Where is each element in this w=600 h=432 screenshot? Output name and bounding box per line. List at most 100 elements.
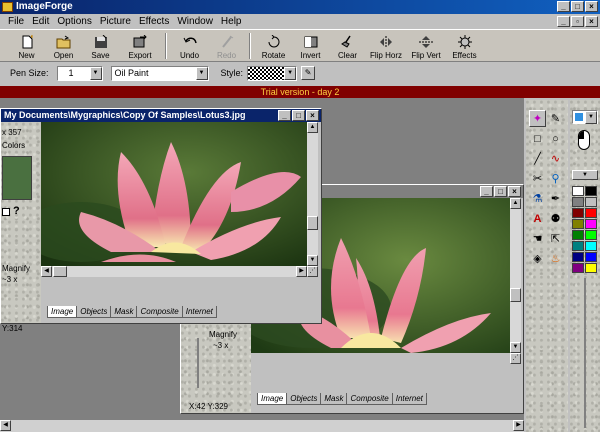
close-button[interactable]: × bbox=[306, 110, 319, 121]
tab-image[interactable]: Image bbox=[47, 306, 78, 318]
maximize-button[interactable]: □ bbox=[571, 1, 584, 12]
scroll-left-arrow-icon[interactable]: ◀ bbox=[41, 266, 52, 277]
tab-image[interactable]: Image bbox=[257, 393, 288, 405]
doc-close-button[interactable]: × bbox=[585, 16, 598, 27]
style-select[interactable]: ▼ bbox=[247, 65, 298, 81]
close-button[interactable]: × bbox=[585, 1, 598, 12]
color-swatch[interactable] bbox=[572, 219, 584, 229]
size-grip-icon[interactable]: ⋰ bbox=[307, 266, 318, 277]
cube-tool-icon[interactable]: ◈ bbox=[529, 250, 546, 267]
hand-tool-icon[interactable]: ☚ bbox=[529, 230, 546, 247]
tab-objects[interactable]: Objects bbox=[76, 306, 112, 318]
palette-options-button[interactable]: ▼ bbox=[572, 170, 598, 180]
scroll-up-arrow-icon[interactable]: ▲ bbox=[307, 122, 318, 133]
document-2-vertical-scrollbar[interactable]: ▲ ▼ bbox=[510, 198, 521, 353]
line-tool-icon[interactable]: ╱ bbox=[529, 150, 546, 167]
scroll-up-arrow-icon[interactable]: ▲ bbox=[510, 198, 521, 209]
chevron-down-icon[interactable]: ▼ bbox=[195, 66, 208, 80]
document-1-horizontal-scrollbar[interactable]: ◀ ▶ bbox=[41, 266, 307, 277]
tab-mask[interactable]: Mask bbox=[320, 393, 348, 405]
color-swatch[interactable] bbox=[572, 252, 584, 262]
scroll-right-arrow-icon[interactable]: ▶ bbox=[513, 420, 524, 431]
color-swatch[interactable] bbox=[585, 219, 597, 229]
ellipse-tool-icon[interactable]: ○ bbox=[547, 130, 564, 147]
effects-button[interactable]: Effects bbox=[446, 30, 483, 62]
magnify-slider[interactable] bbox=[197, 338, 199, 388]
properties-icon[interactable] bbox=[2, 208, 10, 216]
scroll-thumb[interactable] bbox=[53, 266, 67, 277]
tab-internet[interactable]: Internet bbox=[181, 306, 217, 318]
color-swatch[interactable] bbox=[585, 197, 597, 207]
tab-internet[interactable]: Internet bbox=[391, 393, 427, 405]
brush-type-select[interactable]: Oil Paint ▼ bbox=[110, 65, 209, 81]
color-swatch[interactable] bbox=[585, 252, 597, 262]
scroll-thumb[interactable] bbox=[510, 288, 521, 302]
flame-tool-icon[interactable]: ♨ bbox=[547, 250, 564, 267]
redo-button[interactable]: Redo bbox=[208, 30, 245, 62]
cursor-tool-icon[interactable]: ⇱ bbox=[547, 230, 564, 247]
flip-horz-button[interactable]: Flip Horz bbox=[366, 30, 406, 62]
menu-edit[interactable]: Edit bbox=[28, 16, 53, 27]
document-window-1[interactable]: My Documents\Mygraphics\Copy Of Samples\… bbox=[0, 108, 322, 333]
invert-button[interactable]: Invert bbox=[292, 30, 329, 62]
eyedropper-tool-icon[interactable]: ⚗ bbox=[529, 190, 546, 207]
scroll-down-arrow-icon[interactable]: ▼ bbox=[307, 255, 318, 266]
save-button[interactable]: Save bbox=[82, 30, 119, 62]
scroll-left-arrow-icon[interactable]: ◀ bbox=[0, 420, 11, 431]
minimize-button[interactable]: _ bbox=[480, 186, 493, 197]
current-color-select[interactable]: ▼ bbox=[572, 110, 598, 124]
chevron-down-icon[interactable]: ▼ bbox=[89, 66, 102, 80]
size-grip-icon[interactable]: ⋰ bbox=[510, 353, 521, 364]
color-swatch[interactable] bbox=[585, 263, 597, 273]
color-swatch[interactable] bbox=[572, 186, 584, 196]
scroll-thumb[interactable] bbox=[307, 216, 318, 230]
color-swatch[interactable] bbox=[585, 230, 597, 240]
scroll-right-arrow-icon[interactable]: ▶ bbox=[296, 266, 307, 277]
style-options-button[interactable]: ✎ bbox=[301, 66, 316, 80]
color-swatch[interactable] bbox=[572, 230, 584, 240]
color-swatch[interactable] bbox=[585, 241, 597, 251]
tab-objects[interactable]: Objects bbox=[286, 393, 322, 405]
new-button[interactable]: New bbox=[8, 30, 45, 62]
airbrush-tool-icon[interactable]: ✒ bbox=[547, 190, 564, 207]
chevron-down-icon[interactable]: ▼ bbox=[284, 66, 297, 80]
menu-options[interactable]: Options bbox=[53, 16, 95, 27]
undo-button[interactable]: Undo bbox=[171, 30, 208, 62]
rectangle-tool-icon[interactable]: □ bbox=[529, 130, 546, 147]
tab-mask[interactable]: Mask bbox=[110, 306, 138, 318]
color-swatch[interactable] bbox=[572, 197, 584, 207]
text-tool-icon[interactable]: A bbox=[529, 210, 546, 227]
menu-window[interactable]: Window bbox=[173, 16, 217, 27]
brush-tool-icon[interactable]: ∿ bbox=[547, 150, 564, 167]
help-icon[interactable]: ? bbox=[13, 206, 20, 217]
maximize-button[interactable]: □ bbox=[494, 186, 507, 197]
doc-minimize-button[interactable]: _ bbox=[557, 16, 570, 27]
color-swatch[interactable] bbox=[572, 263, 584, 273]
clone-tool-icon[interactable]: ⚉ bbox=[547, 210, 564, 227]
export-button[interactable]: Export bbox=[119, 30, 161, 62]
color-swatch[interactable] bbox=[585, 186, 597, 196]
pencil-tool-icon[interactable]: ✎ bbox=[547, 110, 564, 127]
tab-composite[interactable]: Composite bbox=[136, 306, 183, 318]
minimize-button[interactable]: _ bbox=[557, 1, 570, 12]
menu-help[interactable]: Help bbox=[217, 16, 246, 27]
clear-button[interactable]: Clear bbox=[329, 30, 366, 62]
scissors-tool-icon[interactable]: ✂ bbox=[529, 170, 546, 187]
menu-file[interactable]: File bbox=[4, 16, 28, 27]
workspace-horizontal-scrollbar[interactable]: ◀ ▶ bbox=[0, 420, 524, 432]
tab-composite[interactable]: Composite bbox=[346, 393, 393, 405]
document-1-vertical-scrollbar[interactable]: ▲ ▼ bbox=[307, 122, 318, 266]
open-button[interactable]: Open bbox=[45, 30, 82, 62]
paint-bucket-tool-icon[interactable]: ✦ bbox=[529, 110, 546, 127]
palette-scroll-slider[interactable] bbox=[584, 278, 586, 428]
rotate-button[interactable]: Rotate bbox=[255, 30, 292, 62]
document-1-title-bar[interactable]: My Documents\Mygraphics\Copy Of Samples\… bbox=[1, 109, 321, 122]
menu-picture[interactable]: Picture bbox=[96, 16, 135, 27]
color-swatch[interactable] bbox=[585, 208, 597, 218]
color-swatch[interactable] bbox=[572, 241, 584, 251]
chevron-down-icon[interactable]: ▼ bbox=[585, 111, 597, 124]
menu-effects[interactable]: Effects bbox=[135, 16, 173, 27]
doc-restore-button[interactable]: ▫ bbox=[571, 16, 584, 27]
maximize-button[interactable]: □ bbox=[292, 110, 305, 121]
scroll-down-arrow-icon[interactable]: ▼ bbox=[510, 342, 521, 353]
